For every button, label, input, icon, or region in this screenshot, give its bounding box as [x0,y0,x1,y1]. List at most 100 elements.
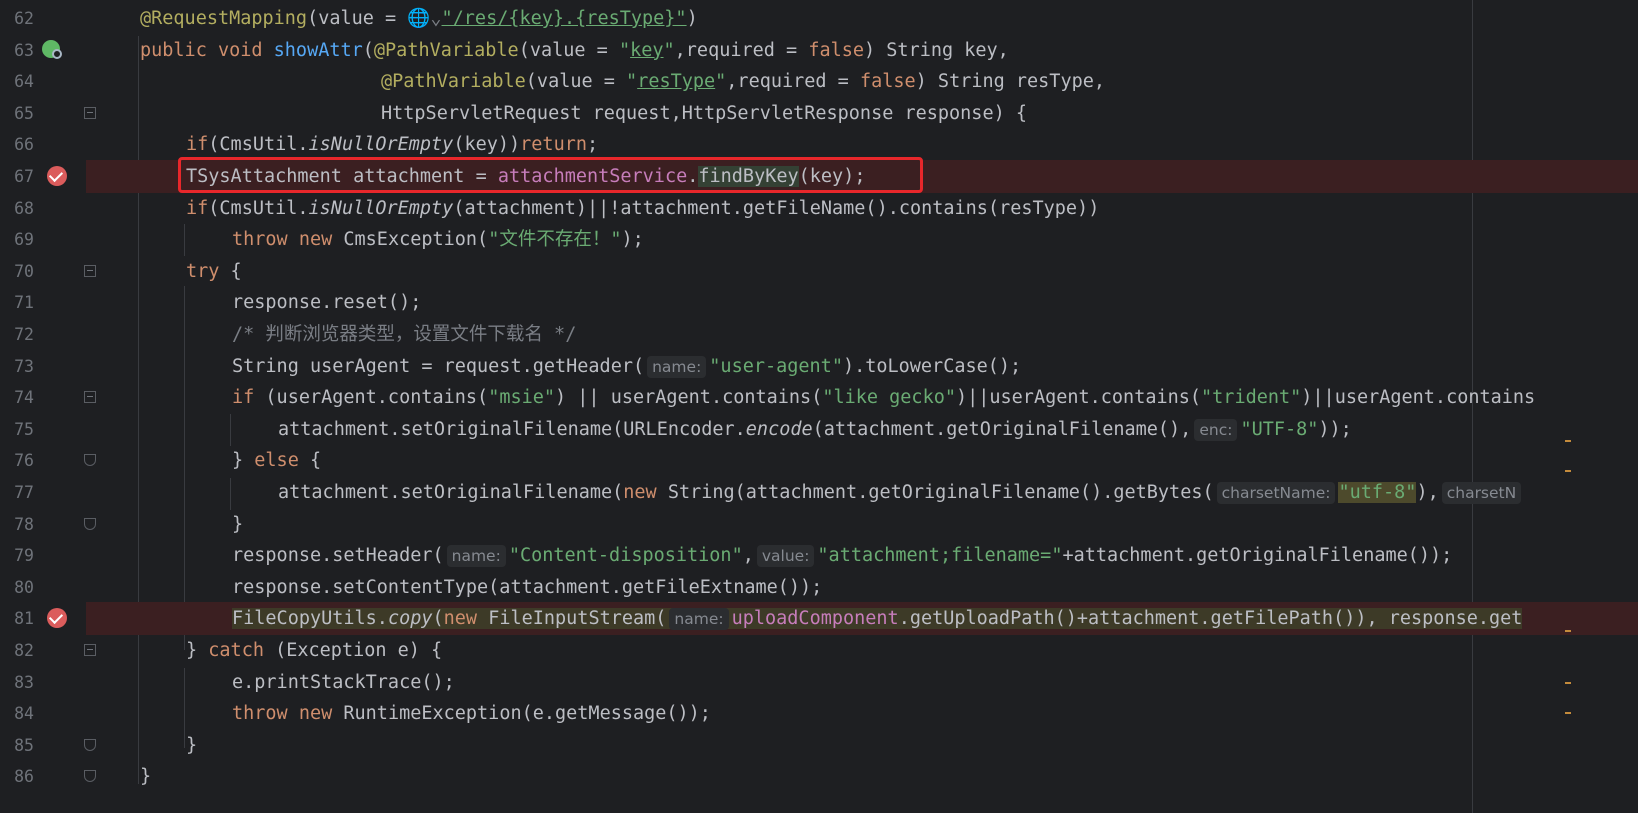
code-line[interactable]: throw new CmsException("文件不存在！"); [86,223,1638,256]
line-number[interactable]: 68 [0,192,34,225]
code-line[interactable]: } catch (Exception e) { [86,634,1638,667]
line-number[interactable]: 82 [0,634,34,667]
web-endpoint-icon[interactable] [42,39,62,59]
globe-icon: 🌐⌄ [407,8,442,29]
code-line[interactable]: attachment.setOriginalFilename(new Strin… [86,476,1638,509]
code-line[interactable]: throw new RuntimeException(e.getMessage(… [86,697,1638,730]
code-line[interactable]: /* 判断浏览器类型，设置文件下载名 */ [86,318,1638,351]
code-token: ,required = [674,39,809,61]
code-token: ); [621,229,644,251]
code-line[interactable]: if (userAgent.contains("msie") || userAg… [86,381,1638,414]
code-text: if (userAgent.contains("msie") || userAg… [232,381,1535,414]
code-token: " [663,39,675,61]
code-token: } [232,450,255,472]
code-line[interactable]: @PathVariable(value = "resType",required… [86,65,1638,98]
code-token: (attachment.getOriginalFilename(), [812,418,1192,440]
code-token: } [186,734,198,756]
code-text: FileCopyUtils.copy(new FileInputStream(n… [232,602,1523,635]
line-number[interactable]: 84 [0,697,34,730]
code-token: FileCopyUtils. [232,608,388,630]
code-line[interactable]: } [86,729,1638,762]
code-token: "msie" [488,387,556,409]
code-token: String(attachment.getOriginalFilename().… [667,482,1214,503]
line-number[interactable]: 72 [0,318,34,351]
line-number[interactable]: 77 [0,476,34,509]
code-text: /* 判断浏览器类型，设置文件下载名 */ [232,318,576,351]
code-token: (key)) [453,134,521,156]
code-token: "文件不存在！" [488,229,622,251]
code-token: } [140,766,152,788]
code-token: ) String resType, [915,71,1106,93]
code-token: copy [387,608,433,630]
code-line[interactable]: try { [86,255,1638,288]
line-number[interactable]: 69 [0,223,34,256]
line-number[interactable]: 74 [0,381,34,414]
fold-end-icon[interactable] [84,517,96,530]
line-number[interactable]: 80 [0,571,34,604]
code-line[interactable]: response.setContentType(attachment.getFi… [86,571,1638,604]
fold-collapse-icon[interactable] [84,264,96,277]
line-number[interactable]: 63 [0,34,34,67]
code-line[interactable]: HttpServletRequest request,HttpServletRe… [86,97,1638,130]
code-line[interactable]: e.printStackTrace(); [86,666,1638,699]
line-number[interactable]: 67 [0,160,34,193]
line-number[interactable]: 85 [0,729,34,762]
editor-gutter[interactable]: 62 63 64 65 66 67 68 69 70 71 72 73 74 75 76 77 78 79 80 81… [0,0,86,813]
line-number[interactable]: 81 [0,602,34,635]
code-token: } [232,513,244,535]
param-hint: name: [446,545,506,568]
code-text: response.setHeader(name: "Content-disposi… [232,539,1452,572]
fold-collapse-icon[interactable] [84,644,96,656]
code-text: if(CmsUtil.isNullOrEmpty(attachment)||!a… [186,192,1099,225]
breakpoint-check-icon[interactable] [47,166,67,186]
code-line[interactable]: response.reset(); [86,286,1638,319]
code-token: showAttr [273,39,363,61]
line-number[interactable]: 62 [0,2,34,35]
scrollbar-marker [1565,440,1571,442]
line-number[interactable]: 76 [0,444,34,477]
line-number[interactable]: 66 [0,128,34,161]
line-number[interactable]: 86 [0,760,34,793]
code-line[interactable]: FileCopyUtils.copy(new FileInputStream(n… [86,602,1638,636]
line-number[interactable]: 79 [0,539,34,572]
code-token: " [618,39,631,61]
code-token: if [186,134,209,156]
fold-end-icon[interactable] [84,738,96,751]
line-number[interactable]: 71 [0,286,34,319]
code-token: "like gecko" [822,387,956,409]
code-token: uploadComponent [731,608,899,630]
code-token: catch [208,640,264,661]
fold-collapse-icon[interactable] [84,106,96,119]
line-number[interactable]: 65 [0,97,34,130]
code-line[interactable]: } [86,508,1638,541]
line-number[interactable]: 78 [0,508,34,541]
code-line[interactable]: @RequestMapping(value = 🌐⌄"/res/{key}.{r… [86,2,1638,35]
code-line[interactable]: attachment.setOriginalFilename(URLEncode… [86,413,1638,446]
code-text: response.setContentType(attachment.getFi… [232,571,822,604]
code-token: ).toLowerCase(); [842,355,1022,377]
breakpoint-check-icon[interactable] [47,608,67,629]
code-editor[interactable]: 62 63 64 65 66 67 68 69 70 71 72 73 74 75 76 77 78 79 80 81… [0,0,1638,813]
code-token: "attachment;filename=" [817,545,1063,567]
scrollbar-marker [1565,630,1571,632]
line-number[interactable]: 70 [0,255,34,288]
code-token: try [186,260,220,282]
code-token: return [520,134,587,156]
line-number[interactable]: 64 [0,65,34,98]
code-line[interactable]: response.setHeader(name: "Content-disposi… [86,539,1638,572]
code-token: false [859,71,916,93]
code-line[interactable]: public void showAttr(@PathVariable(value… [86,34,1638,67]
code-token: )||userAgent.contains [1301,387,1536,409]
fold-collapse-icon[interactable] [84,391,96,404]
code-line[interactable]: } [86,760,1638,793]
param-hint: enc: [1194,418,1238,441]
code-line[interactable]: if(CmsUtil.isNullOrEmpty(attachment)||!a… [86,192,1638,225]
code-line[interactable]: } else { [86,444,1638,477]
code-token: ( [362,39,374,61]
code-line[interactable]: String userAgent = request.getHeader(nam… [86,350,1638,383]
code-token: "utf-8" [1338,482,1417,503]
line-number[interactable]: 75 [0,413,34,446]
line-number[interactable]: 73 [0,350,34,383]
line-number[interactable]: 83 [0,666,34,699]
code-token: (attachment)||!attachment.getFileName().… [453,197,1100,219]
